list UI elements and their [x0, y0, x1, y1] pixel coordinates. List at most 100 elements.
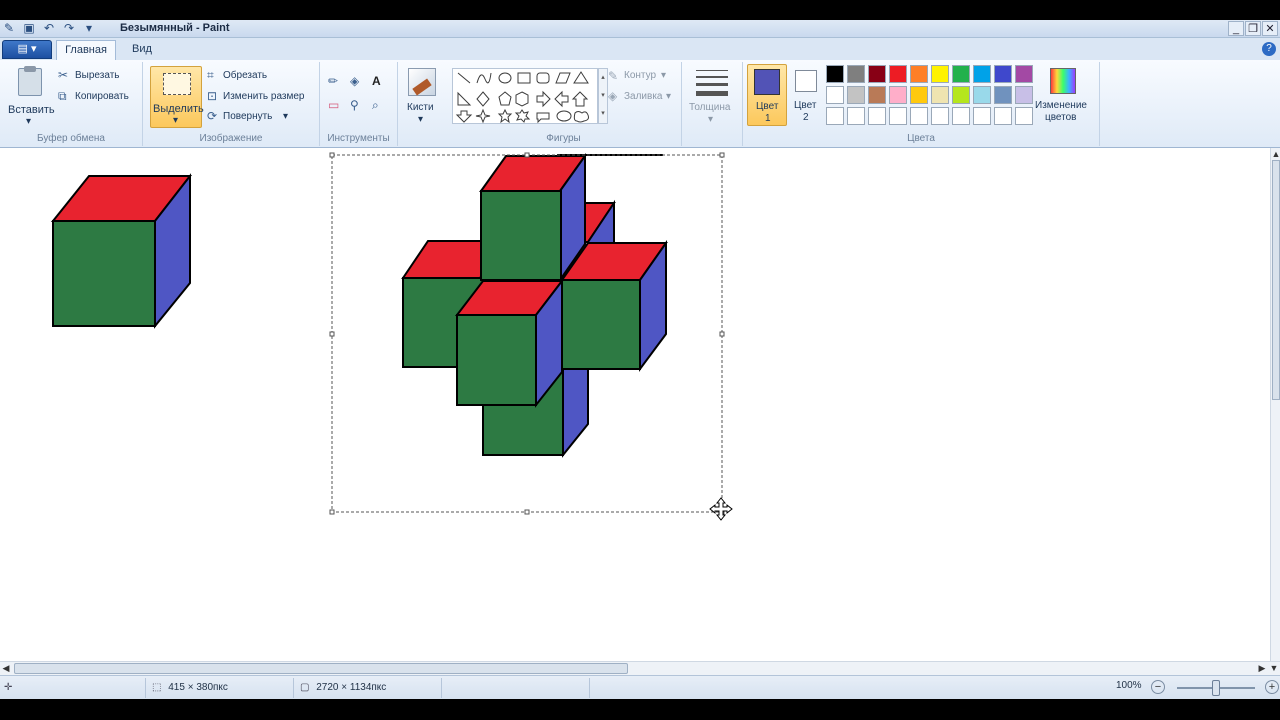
palette-swatch[interactable] [994, 86, 1012, 104]
scroll-down-icon[interactable]: ▼ [1268, 662, 1280, 674]
fill-dropdown-icon[interactable]: ▾ [666, 91, 671, 102]
crop-button[interactable]: Обрезать [223, 70, 267, 81]
scroll-left-icon[interactable]: ◀ [0, 662, 12, 674]
palette-swatch[interactable] [868, 107, 886, 125]
size-button[interactable]: Толщина ▾ [684, 64, 740, 126]
palette-swatch[interactable] [1015, 86, 1033, 104]
drawing-canvas[interactable] [0, 148, 1270, 661]
horizontal-scroll-thumb[interactable] [14, 663, 628, 674]
tab-home[interactable]: Главная [56, 40, 116, 60]
paste-button[interactable]: Вставить ▾ [4, 64, 55, 128]
canvas-size-segment: ▢ 2720 × 1134пкс [294, 678, 442, 698]
tab-view[interactable]: Вид [120, 40, 164, 60]
palette-swatch[interactable] [868, 65, 886, 83]
selection-size-icon: ⬚ [152, 682, 162, 693]
palette-swatch[interactable] [973, 65, 991, 83]
move-cursor-icon [709, 497, 733, 521]
vertical-scroll-thumb[interactable] [1272, 160, 1280, 400]
size-line-1 [696, 70, 728, 71]
palette-swatch[interactable] [910, 107, 928, 125]
rotate-dropdown-icon[interactable]: ▾ [283, 111, 288, 122]
color1-label-b: 1 [765, 113, 771, 124]
canvas-size-icon: ▢ [300, 682, 310, 693]
title-bar: ✎ ▣ ↶ ↷ ▾ Безымянный - Paint _ ❐ ✕ [0, 20, 1280, 38]
paint-app-icon[interactable]: ✎ [2, 21, 16, 35]
outline-dropdown-icon[interactable]: ▾ [661, 70, 666, 81]
rotate-button[interactable]: Повернуть [223, 111, 272, 122]
vertical-scrollbar[interactable]: ▲ [1270, 148, 1280, 661]
outline-button[interactable]: Контур [624, 70, 656, 81]
shapes-gallery-scroll[interactable]: ▴ ▾ ▾ [598, 68, 608, 124]
color1-button[interactable]: Цвет 1 [747, 64, 787, 126]
palette-swatch[interactable] [826, 65, 844, 83]
pencil-icon[interactable]: ✏ [328, 74, 338, 88]
cursor-position-segment: ✛ [0, 678, 146, 698]
shapes-gallery[interactable] [452, 68, 598, 124]
resize-icon: ⊡ [207, 89, 218, 103]
palette-swatch[interactable] [952, 107, 970, 125]
palette-swatch[interactable] [868, 86, 886, 104]
eraser-icon[interactable]: ▭ [328, 98, 339, 112]
fill-button[interactable]: Заливка [624, 91, 663, 102]
selection-size-segment: ⬚ 415 × 380пкс [146, 678, 294, 698]
palette-swatch[interactable] [847, 65, 865, 83]
palette-swatch[interactable] [847, 86, 865, 104]
magnifier-icon[interactable]: ⌕ [372, 98, 379, 112]
undo-icon[interactable]: ↶ [42, 21, 56, 35]
brushes-button[interactable]: Кисти ▾ [400, 64, 444, 126]
palette-swatch[interactable] [889, 65, 907, 83]
palette-swatch[interactable] [952, 86, 970, 104]
palette-swatch[interactable] [952, 65, 970, 83]
selection-size-text: 415 × 380пкс [168, 682, 228, 693]
customize-qat-icon[interactable]: ▾ [82, 21, 96, 35]
help-icon[interactable]: ? [1262, 42, 1276, 56]
palette-swatch[interactable] [994, 107, 1012, 125]
scissors-icon: ✂ [58, 68, 69, 82]
cut-button[interactable]: Вырезать [75, 70, 119, 81]
palette-swatch[interactable] [973, 107, 991, 125]
palette-swatch[interactable] [1015, 65, 1033, 83]
fill-bucket-icon[interactable]: ◈ [350, 74, 359, 88]
zoom-in-button[interactable]: + [1265, 680, 1279, 694]
edit-colors-label-a[interactable]: Изменение [1035, 100, 1087, 111]
redo-icon[interactable]: ↷ [62, 21, 76, 35]
palette-swatch[interactable] [826, 107, 844, 125]
crop-icon: ⌗ [207, 68, 214, 82]
palette-swatch[interactable] [931, 86, 949, 104]
edit-colors-icon [1050, 68, 1076, 94]
minimize-button[interactable]: _ [1228, 21, 1244, 36]
zoom-slider-thumb[interactable] [1212, 680, 1220, 696]
palette-swatch[interactable] [889, 107, 907, 125]
palette-swatch[interactable] [889, 86, 907, 104]
color-picker-icon[interactable]: ⚲ [350, 98, 359, 112]
palette-swatch[interactable] [931, 65, 949, 83]
copy-button[interactable]: Копировать [75, 91, 129, 102]
scroll-up-icon[interactable]: ▲ [1270, 148, 1280, 160]
horizontal-scrollbar[interactable]: ◀ ▶ ▼ [0, 661, 1280, 675]
file-menu-button[interactable]: ▤ ▾ [2, 40, 52, 59]
palette-swatch[interactable] [973, 86, 991, 104]
color1-label-a: Цвет [756, 101, 779, 112]
text-tool-icon[interactable]: A [372, 74, 381, 88]
maximize-button[interactable]: ❐ [1245, 21, 1261, 36]
select-label: Выделить [153, 103, 204, 115]
close-button[interactable]: ✕ [1262, 21, 1278, 36]
palette-swatch[interactable] [910, 86, 928, 104]
group-shapes: ▴ ▾ ▾ ✎ Контур ▾ ◈ Заливка ▾ Фигуры [446, 62, 682, 146]
ribbon: Вставить ▾ ✂ Вырезать ⧉ Копировать Буфер… [0, 60, 1280, 148]
palette-swatch[interactable] [826, 86, 844, 104]
color2-button[interactable]: Цвет 2 [790, 64, 822, 126]
save-icon[interactable]: ▣ [22, 21, 36, 35]
palette-swatch[interactable] [910, 65, 928, 83]
edit-colors-label-b[interactable]: цветов [1045, 112, 1077, 123]
fill-icon: ◈ [608, 89, 618, 103]
palette-swatch[interactable] [1015, 107, 1033, 125]
scroll-right-icon[interactable]: ▶ [1256, 662, 1268, 674]
zoom-out-button[interactable]: − [1151, 680, 1165, 694]
select-button[interactable]: Выделить ▾ [150, 66, 204, 128]
palette-swatch[interactable] [994, 65, 1012, 83]
palette-swatch[interactable] [931, 107, 949, 125]
group-label-shapes: Фигуры [546, 133, 581, 144]
palette-swatch[interactable] [847, 107, 865, 125]
resize-button[interactable]: Изменить размер [223, 91, 304, 102]
